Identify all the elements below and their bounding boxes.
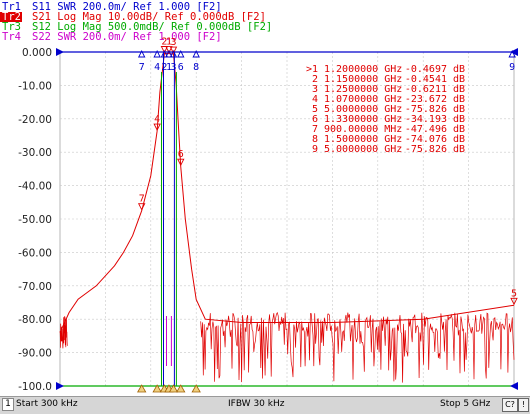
y-tick-label: -70.00 bbox=[18, 281, 52, 293]
correction-button[interactable]: C? bbox=[502, 398, 518, 412]
trace-label-tr4[interactable]: Tr4 bbox=[2, 31, 21, 43]
top-marker-6-label: 6 bbox=[178, 62, 184, 73]
channel-indicator[interactable]: 1 bbox=[2, 398, 14, 411]
y-tick-label: -20.00 bbox=[18, 114, 52, 126]
marker-row-9-value: -75.826 bbox=[405, 144, 447, 155]
y-tick-label: -10.00 bbox=[18, 80, 52, 92]
y-tick-label: 0.000 bbox=[22, 47, 52, 59]
analyzer-display: Tr1 S11 SWR 200.0m/ Ref 1.000 [F2]Tr2 S21 … bbox=[0, 0, 530, 413]
trace-marker-7-label: 7 bbox=[139, 194, 145, 205]
trace-marker-2-label: 2 bbox=[161, 37, 167, 48]
y-tick-label: -100.0 bbox=[18, 381, 52, 393]
y-tick-label: -40.00 bbox=[18, 181, 52, 193]
top-marker-4-label: 4 bbox=[154, 62, 160, 73]
top-marker-8-label: 8 bbox=[193, 62, 199, 73]
trace-settings-tr4[interactable]: S22 SWR 200.0m/ Ref 1.000 [F2] bbox=[32, 31, 222, 43]
status-bar: 1 Start 300 kHz IFBW 30 kHz Stop 5 GHz C… bbox=[0, 396, 530, 414]
y-tick-label: -60.00 bbox=[18, 247, 52, 259]
y-tick-label: -80.00 bbox=[18, 314, 52, 326]
trace-marker-6-label: 6 bbox=[178, 149, 184, 160]
trace-marker-5-label: 5 bbox=[511, 288, 517, 299]
stop-frequency[interactable]: Stop 5 GHz bbox=[440, 399, 490, 409]
y-tick-label: -90.00 bbox=[18, 348, 52, 360]
trace-marker-3-label: 3 bbox=[170, 37, 176, 48]
top-marker-9-label: 9 bbox=[509, 62, 515, 73]
start-frequency[interactable]: Start 300 kHz bbox=[16, 399, 78, 409]
trace-marker-4-label: 4 bbox=[154, 114, 160, 125]
alert-button[interactable]: ! bbox=[518, 398, 529, 412]
marker-row-9-freq: 5.0000000 GHz bbox=[324, 144, 402, 155]
if-bandwidth[interactable]: IFBW 30 kHz bbox=[228, 399, 284, 409]
top-marker-3-label: 3 bbox=[170, 62, 176, 73]
marker-row-9-unit: dB bbox=[453, 144, 465, 155]
y-tick-label: -30.00 bbox=[18, 147, 52, 159]
y-tick-label: -50.00 bbox=[18, 214, 52, 226]
marker-row-9-num: 9 bbox=[312, 144, 318, 155]
top-marker-7-label: 7 bbox=[139, 62, 145, 73]
